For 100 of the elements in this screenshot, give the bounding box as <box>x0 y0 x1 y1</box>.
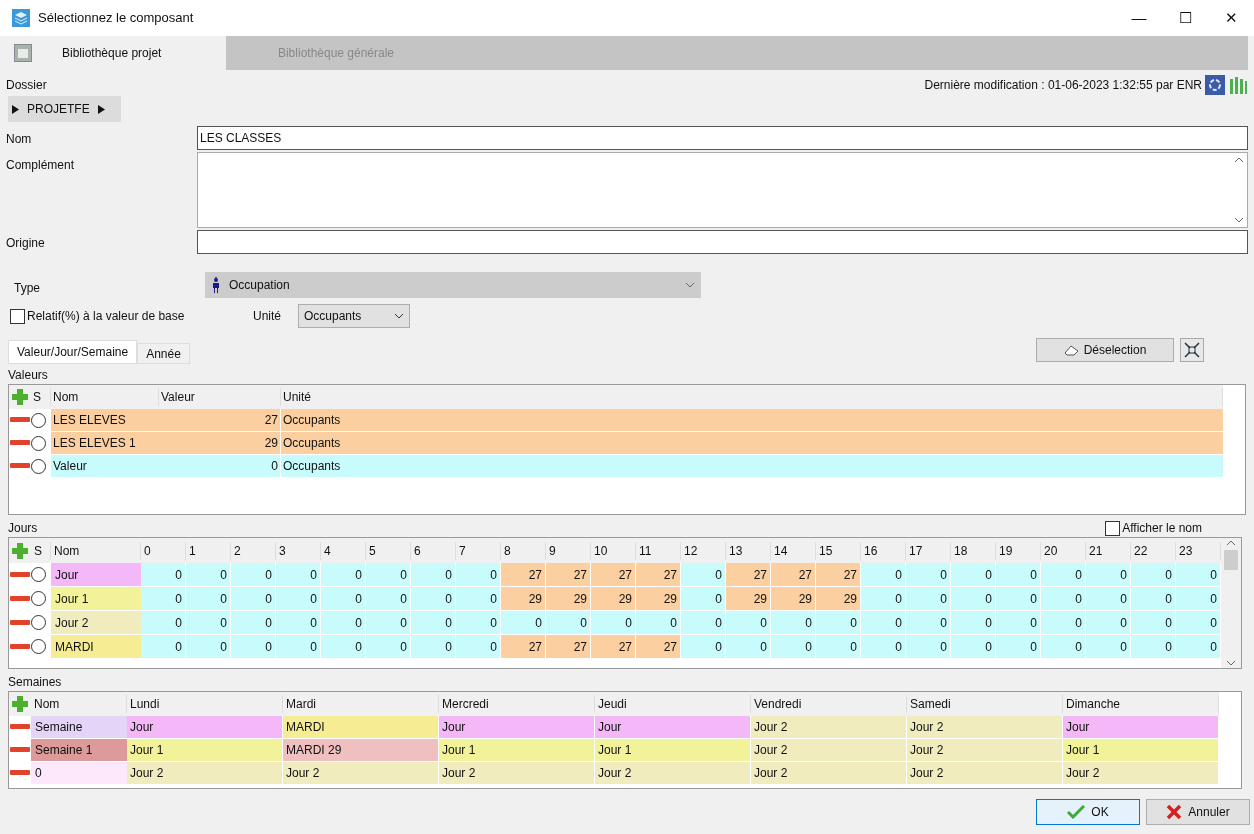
remove-icon[interactable] <box>10 570 30 579</box>
text-field[interactable] <box>197 230 1248 254</box>
remove-icon[interactable] <box>10 439 30 447</box>
table-cell: 0 <box>1131 611 1176 634</box>
scroll-down-icon[interactable] <box>1234 217 1244 223</box>
table-cell: LES ELEVES <box>51 409 159 431</box>
table-cell: Jour 1 <box>127 739 283 761</box>
table-cell: 0 <box>726 635 771 658</box>
table-cell: Jour 2 <box>907 762 1063 784</box>
table-cell: 0 <box>861 563 906 586</box>
table-cell: 29 <box>816 587 861 610</box>
checkbox-label: Afficher le nom <box>1122 520 1202 537</box>
remove-icon[interactable] <box>10 723 30 731</box>
triangle-icon[interactable] <box>97 104 105 114</box>
table-cell: 0 <box>1041 587 1086 610</box>
table-cell: Occupants <box>281 455 1223 477</box>
table-cell: 0 <box>141 635 186 658</box>
ok-button[interactable]: OK <box>1036 799 1140 825</box>
table-cell: Jour 2 <box>127 762 283 784</box>
table-cell: 0 <box>231 563 276 586</box>
maximize-button[interactable]: ☐ <box>1162 0 1208 36</box>
text-field[interactable]: LES CLASSES <box>197 126 1248 150</box>
radio-button[interactable] <box>31 639 46 654</box>
table-cell: 0 <box>231 587 276 610</box>
table-cell: 0 <box>366 563 411 586</box>
library-tab[interactable]: Bibliothèque projet <box>6 36 226 70</box>
view-tab[interactable]: Valeur/Jour/Semaine <box>8 340 138 364</box>
column-header: Nom <box>31 695 127 713</box>
table-cell: 0 <box>681 587 726 610</box>
table-cell: 27 <box>636 563 681 586</box>
remove-icon[interactable] <box>10 642 30 651</box>
remove-icon[interactable] <box>10 618 30 627</box>
table-cell: 27 <box>591 635 636 658</box>
table-cell: Jour <box>127 716 283 738</box>
minimize-button[interactable]: — <box>1116 0 1162 36</box>
fit-screen-button[interactable] <box>1180 338 1204 362</box>
remove-icon[interactable] <box>10 462 30 470</box>
column-header: 11 <box>636 541 681 560</box>
column-header: 7 <box>456 541 501 560</box>
field-label: Complément <box>6 157 76 174</box>
field-label: Unité <box>253 308 282 325</box>
table-cell: 0 <box>276 635 321 658</box>
table-cell: MARDI <box>283 716 439 738</box>
table-cell: 0 <box>141 611 186 634</box>
table-cell: Valeur <box>51 455 159 477</box>
table-cell: Semaine <box>31 716 127 738</box>
table-cell: Jour 2 <box>751 716 907 738</box>
table-cell: Jour 2 <box>51 611 141 634</box>
folder-breadcrumb[interactable]: PROJETFE <box>8 96 121 122</box>
remove-icon[interactable] <box>10 769 30 777</box>
column-header: Valeur <box>159 388 281 406</box>
scrollbar-thumb[interactable] <box>1224 550 1238 570</box>
table-cell: Jour 2 <box>907 739 1063 761</box>
checkbox[interactable] <box>1105 520 1121 536</box>
table-cell: 0 <box>186 587 231 610</box>
table-cell: 0 <box>366 611 411 634</box>
radio-button[interactable] <box>31 458 46 474</box>
table-cell: Jour 2 <box>751 762 907 784</box>
table-cell: 0 <box>411 611 456 634</box>
scroll-down-icon[interactable] <box>1226 660 1236 666</box>
radio-button[interactable] <box>31 591 46 606</box>
table-cell: 0 <box>951 563 996 586</box>
table-cell: 0 <box>906 611 951 634</box>
table-cell: 0 <box>1176 611 1221 634</box>
table-cell: 0 <box>771 635 816 658</box>
table-cell: 29 <box>501 587 546 610</box>
radio-button[interactable] <box>31 435 46 451</box>
deselect-button[interactable]: Déselection <box>1036 338 1174 362</box>
remove-icon[interactable] <box>10 416 30 424</box>
unit-dropdown[interactable]: Occupants <box>298 304 410 328</box>
cancel-button[interactable]: Annuler <box>1146 799 1250 825</box>
close-button[interactable]: ✕ <box>1208 0 1254 36</box>
table-cell: Jour <box>595 716 751 738</box>
field-label: Dossier <box>6 77 47 94</box>
table-cell: 0 <box>31 762 127 784</box>
scrollbar[interactable] <box>1221 538 1241 668</box>
type-dropdown[interactable]: Occupation <box>205 272 701 298</box>
column-header: 6 <box>411 541 456 560</box>
triangle-icon[interactable] <box>12 104 19 114</box>
table-cell: 0 <box>1176 563 1221 586</box>
table-cell: 0 <box>681 635 726 658</box>
scroll-up-icon[interactable] <box>1226 540 1236 546</box>
swirl-icon[interactable] <box>1205 75 1225 95</box>
table-cell: 0 <box>816 635 861 658</box>
view-tab[interactable]: Année <box>137 343 190 364</box>
table-cell: 0 <box>141 587 186 610</box>
table-cell: 0 <box>906 635 951 658</box>
table-cell: 0 <box>231 635 276 658</box>
remove-icon[interactable] <box>10 746 30 754</box>
table-cell: 0 <box>411 635 456 658</box>
radio-button[interactable] <box>31 412 46 428</box>
remove-icon[interactable] <box>10 594 30 603</box>
radio-button[interactable] <box>31 567 46 582</box>
scroll-up-icon[interactable] <box>1234 157 1244 163</box>
column-header: 10 <box>591 541 636 560</box>
table-cell: 0 <box>366 587 411 610</box>
column-header: 22 <box>1131 541 1176 560</box>
radio-button[interactable] <box>31 615 46 630</box>
checkbox[interactable] <box>10 308 25 324</box>
table-cell: LES ELEVES 1 <box>51 432 159 454</box>
